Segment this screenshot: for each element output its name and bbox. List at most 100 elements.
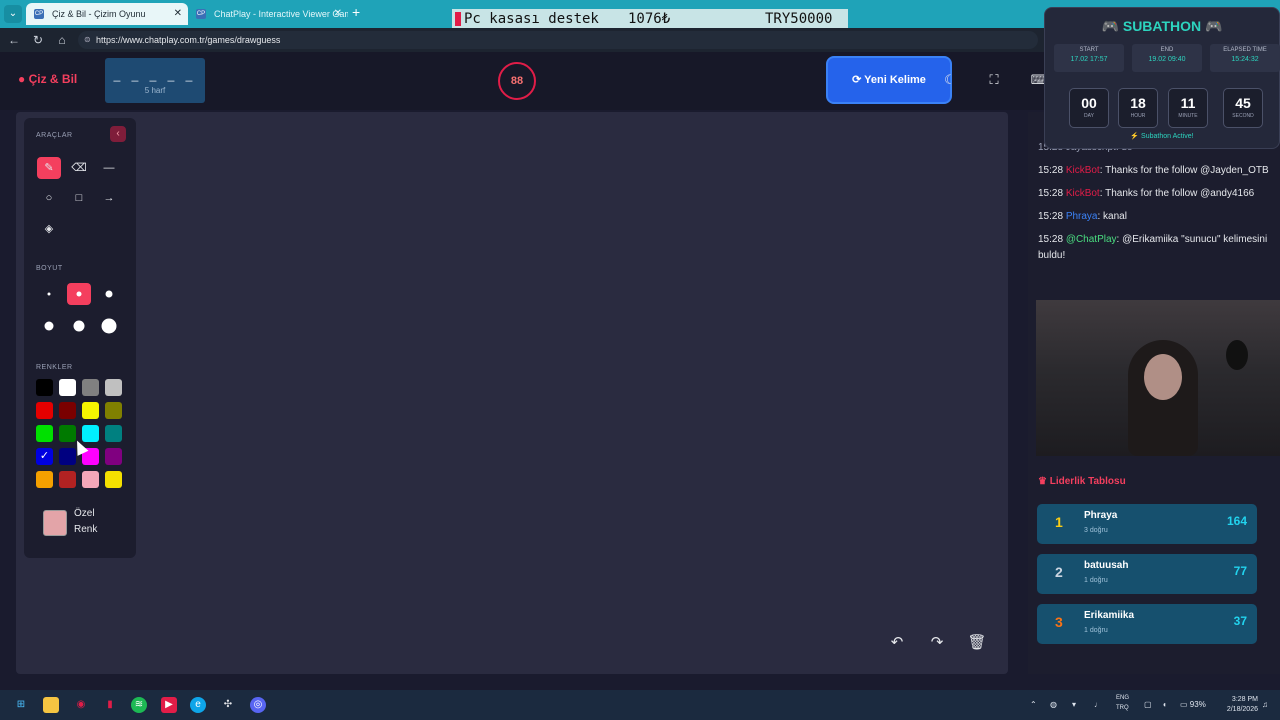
color-swatch[interactable] bbox=[36, 402, 53, 419]
drawing-canvas[interactable] bbox=[16, 112, 1008, 674]
chat-username: @ChatPlay bbox=[1065, 234, 1117, 245]
settings-app-icon[interactable]: ✣ bbox=[220, 697, 236, 713]
site-info-icon[interactable]: ⊜ bbox=[84, 31, 91, 49]
color-swatch[interactable] bbox=[82, 471, 99, 488]
subathon-end: END 19.02 09:40 bbox=[1132, 44, 1202, 72]
windows-start-icon[interactable]: ⊞ bbox=[13, 697, 29, 713]
collapse-panel-chevron-icon[interactable]: ‹ bbox=[110, 126, 126, 142]
brush-size-5[interactable] bbox=[67, 315, 91, 337]
fill-bucket-icon[interactable]: ◈ bbox=[37, 218, 61, 240]
line-tool-icon[interactable]: — bbox=[97, 157, 121, 179]
color-swatch[interactable]: ✓ bbox=[36, 448, 53, 465]
custom-color-label-line1: Özel bbox=[74, 508, 95, 519]
url-field[interactable]: ⊜ https://www.chatplay.com.tr/games/draw… bbox=[78, 31, 1038, 49]
discord-icon[interactable]: ◎ bbox=[250, 697, 266, 713]
subathon-elapsed-value: 15:24:32 bbox=[1231, 56, 1259, 63]
leaderboard-rank: 3 bbox=[1055, 614, 1063, 630]
tab-favicon-icon: CP bbox=[34, 9, 44, 19]
color-swatch[interactable] bbox=[36, 471, 53, 488]
app-icon-red[interactable]: ◉ bbox=[73, 697, 89, 713]
chat-log: 15:28 Jayasscript: de 15:28 KickBot: Tha… bbox=[1038, 142, 1272, 271]
arrow-tool-icon[interactable]: → bbox=[97, 187, 121, 209]
notification-bell-icon[interactable]: ♫ bbox=[1262, 698, 1268, 712]
chat-text: : Thanks for the follow @andy4166 bbox=[1099, 188, 1255, 199]
spotify-icon[interactable]: ≋ bbox=[131, 697, 147, 713]
tab-title: Çiz & Bil - Çizim Oyunu bbox=[52, 9, 146, 19]
color-swatch[interactable] bbox=[105, 402, 122, 419]
system-clock[interactable]: 3:28 PM 2/18/2026 bbox=[1222, 695, 1258, 715]
trash-icon[interactable]: 🗑 bbox=[963, 630, 991, 656]
redo-icon[interactable]: ↷ bbox=[923, 630, 951, 656]
edge-browser-icon[interactable]: e bbox=[190, 697, 206, 713]
eraser-icon[interactable]: ⌫ bbox=[67, 157, 91, 179]
brush-size-4[interactable] bbox=[37, 315, 61, 337]
video-app-icon[interactable]: ▶ bbox=[161, 697, 177, 713]
leaderboard-score: 37 bbox=[1233, 614, 1247, 628]
brush-size-3[interactable] bbox=[97, 283, 121, 305]
tab-active[interactable]: CP Çiz & Bil - Çizim Oyunu ✕ bbox=[26, 3, 188, 25]
color-swatch[interactable] bbox=[59, 402, 76, 419]
close-tab-icon[interactable]: ✕ bbox=[174, 3, 182, 25]
brush-size-2[interactable] bbox=[67, 283, 91, 305]
color-swatch[interactable] bbox=[105, 471, 122, 488]
webcam-face-shape bbox=[1144, 354, 1182, 400]
circle-tool-icon[interactable]: ○ bbox=[37, 187, 61, 209]
color-swatch[interactable] bbox=[105, 425, 122, 442]
color-swatch[interactable] bbox=[82, 425, 99, 442]
tray-wifi-icon[interactable]: ▾ bbox=[1072, 698, 1076, 712]
home-icon[interactable]: ⌂ bbox=[54, 32, 70, 48]
word-mask: _ _ _ _ _ bbox=[113, 68, 197, 82]
crown-icon: ♛ bbox=[1038, 476, 1047, 487]
tools-panel: ARAÇLAR ‹ ✎ ⌫ — ○ □ → ◈ BOYUT RENKLER ✓ … bbox=[24, 118, 136, 558]
app-logo-text: Çiz & Bil bbox=[28, 72, 78, 86]
tray-mic-icon[interactable]: ♩ bbox=[1094, 698, 1102, 712]
color-swatch[interactable] bbox=[105, 448, 122, 465]
chat-time: 15:28 bbox=[1038, 211, 1064, 222]
subathon-start: START 17.02 17:57 bbox=[1054, 44, 1124, 72]
dark-mode-toggle-icon[interactable]: ☾ bbox=[940, 70, 960, 90]
undo-icon[interactable]: ↶ bbox=[883, 630, 911, 656]
chat-message: 15:28 Phraya: kanal bbox=[1038, 209, 1272, 225]
color-swatch[interactable] bbox=[59, 379, 76, 396]
app-logo[interactable]: ● Çiz & Bil bbox=[18, 72, 77, 86]
brush-size-1[interactable] bbox=[37, 283, 61, 305]
countdown-day-value: 00 bbox=[1081, 95, 1097, 111]
tray-network-icon[interactable]: ◍ bbox=[1050, 698, 1057, 712]
back-arrow-icon[interactable]: ← bbox=[6, 32, 22, 48]
custom-color-swatch[interactable] bbox=[43, 510, 67, 536]
size-section-label: BOYUT bbox=[36, 265, 63, 272]
color-swatch[interactable] bbox=[82, 379, 99, 396]
palette-icon: ● bbox=[18, 72, 26, 86]
file-explorer-icon[interactable] bbox=[43, 697, 59, 713]
new-tab-button[interactable]: + bbox=[352, 4, 360, 20]
new-word-button[interactable]: ⟳ Yeni Kelime bbox=[826, 56, 952, 104]
reload-icon[interactable]: ↻ bbox=[30, 32, 46, 48]
color-swatch[interactable] bbox=[36, 425, 53, 442]
rectangle-tool-icon[interactable]: □ bbox=[67, 187, 91, 209]
tray-expand-icon[interactable]: ⌃ bbox=[1030, 698, 1037, 712]
close-tab-icon[interactable]: ✕ bbox=[334, 3, 342, 25]
pencil-icon[interactable]: ✎ bbox=[37, 157, 61, 179]
countdown-second: 45 SECOND bbox=[1223, 88, 1263, 128]
battery-indicator[interactable]: ▭ 93% bbox=[1180, 698, 1206, 712]
fullscreen-icon[interactable]: ⛶ bbox=[984, 70, 1004, 90]
subathon-elapsed: ELAPSED TIME 15:24:32 bbox=[1210, 44, 1280, 72]
tab-list-chevron-icon[interactable]: ⌄ bbox=[4, 5, 22, 23]
leaderboard-title: ♛ Liderlik Tablosu bbox=[1038, 476, 1126, 487]
color-swatch[interactable] bbox=[82, 402, 99, 419]
tray-display-icon[interactable]: ▢ bbox=[1144, 698, 1152, 712]
color-swatch[interactable] bbox=[36, 379, 53, 396]
app-icon-media[interactable]: ▮ bbox=[102, 697, 118, 713]
color-swatch[interactable] bbox=[59, 471, 76, 488]
leaderboard-score: 164 bbox=[1226, 514, 1247, 528]
color-swatch[interactable] bbox=[59, 425, 76, 442]
subathon-status: ⚡ Subathon Active! bbox=[1130, 133, 1194, 140]
tray-speaker-icon[interactable]: ◖ bbox=[1162, 698, 1167, 712]
brush-size-6[interactable] bbox=[97, 315, 121, 337]
color-swatch[interactable] bbox=[59, 448, 76, 465]
tab-inactive[interactable]: CP ChatPlay - Interactive Viewer Gam ✕ bbox=[188, 3, 348, 25]
custom-color-label[interactable]: Özel Renk bbox=[74, 506, 97, 538]
language-indicator[interactable]: ENG TRQ bbox=[1116, 693, 1129, 713]
color-swatch[interactable] bbox=[105, 379, 122, 396]
subathon-title: 🎮 SUBATHON 🎮 bbox=[1101, 18, 1223, 34]
